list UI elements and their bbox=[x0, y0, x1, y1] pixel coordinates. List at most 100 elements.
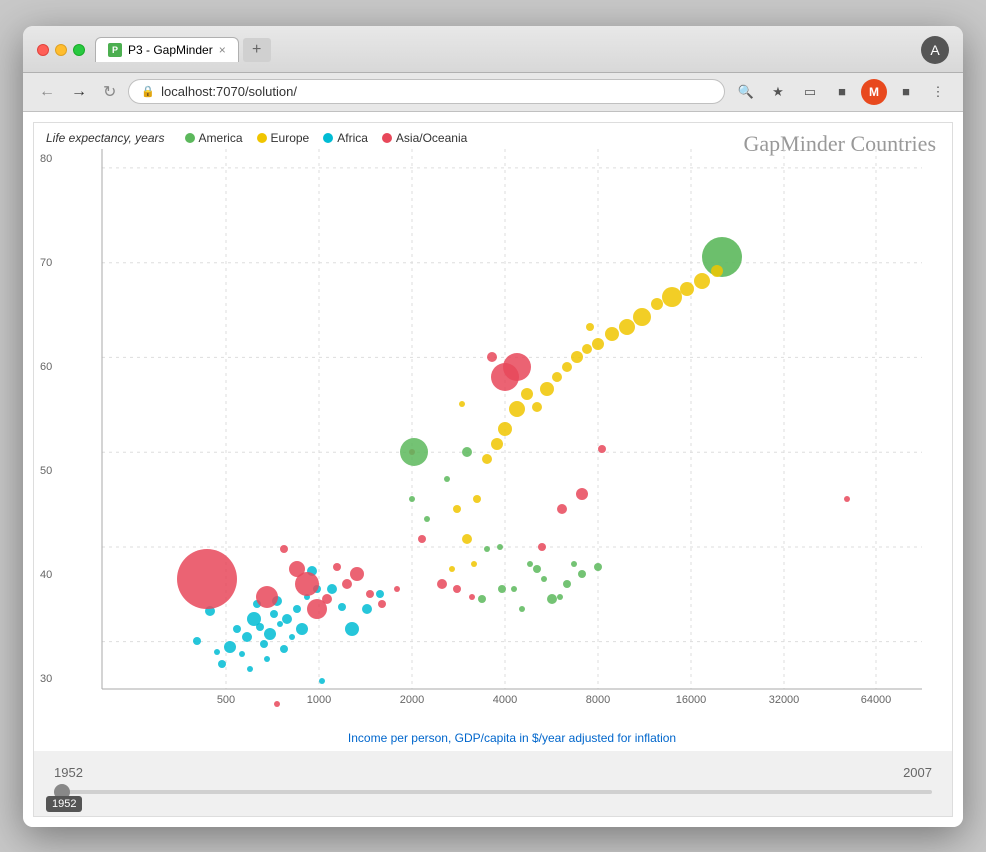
close-button[interactable] bbox=[37, 44, 49, 56]
bubble[interactable] bbox=[598, 445, 606, 453]
new-tab-button[interactable]: + bbox=[243, 38, 271, 62]
bubble[interactable] bbox=[594, 563, 602, 571]
bubble[interactable] bbox=[342, 579, 352, 589]
bubble[interactable] bbox=[280, 645, 288, 653]
bubble[interactable] bbox=[571, 561, 577, 567]
minimize-button[interactable] bbox=[55, 44, 67, 56]
extension-icon[interactable]: ■ bbox=[829, 79, 855, 105]
bubble[interactable] bbox=[582, 344, 592, 354]
bubble[interactable] bbox=[592, 338, 604, 350]
tab-close-button[interactable]: × bbox=[219, 43, 226, 57]
bubble[interactable] bbox=[247, 666, 253, 672]
bubble[interactable] bbox=[552, 372, 562, 382]
profile-menu-icon[interactable]: M bbox=[861, 79, 887, 105]
bubble[interactable] bbox=[295, 572, 319, 596]
bubble[interactable] bbox=[418, 535, 426, 543]
bubble[interactable] bbox=[239, 651, 245, 657]
bubble[interactable] bbox=[293, 605, 301, 613]
bubble[interactable] bbox=[473, 495, 481, 503]
extension2-icon[interactable]: ■ bbox=[893, 79, 919, 105]
bubble[interactable] bbox=[378, 600, 386, 608]
bubble[interactable] bbox=[503, 353, 531, 381]
back-button[interactable]: ← bbox=[35, 81, 59, 103]
search-icon[interactable]: 🔍 bbox=[733, 79, 759, 105]
bubble[interactable] bbox=[193, 637, 201, 645]
bubble[interactable] bbox=[563, 580, 571, 588]
bubble[interactable] bbox=[498, 585, 506, 593]
bubble[interactable] bbox=[270, 610, 278, 618]
bubble[interactable] bbox=[376, 590, 384, 598]
bubble[interactable] bbox=[322, 594, 332, 604]
bubble[interactable] bbox=[462, 447, 472, 457]
bubble[interactable] bbox=[459, 401, 465, 407]
url-bar[interactable]: 🔒 localhost:7070/solution/ bbox=[128, 79, 725, 104]
timeline-track[interactable]: 1952 bbox=[54, 790, 932, 794]
maximize-button[interactable] bbox=[73, 44, 85, 56]
bubble[interactable] bbox=[484, 546, 490, 552]
bubble[interactable] bbox=[662, 287, 682, 307]
bubble[interactable] bbox=[469, 594, 475, 600]
cast-icon[interactable]: ▭ bbox=[797, 79, 823, 105]
bubble[interactable] bbox=[521, 388, 533, 400]
bubble[interactable] bbox=[462, 534, 472, 544]
timeline-thumb[interactable]: 1952 bbox=[54, 784, 70, 800]
bubble[interactable] bbox=[557, 594, 563, 600]
bubble[interactable] bbox=[487, 352, 497, 362]
bubble[interactable] bbox=[651, 298, 663, 310]
bubble[interactable] bbox=[394, 586, 400, 592]
bubble[interactable] bbox=[350, 567, 364, 581]
bubble[interactable] bbox=[571, 351, 583, 363]
bubble[interactable] bbox=[541, 576, 547, 582]
bubble[interactable] bbox=[619, 319, 635, 335]
bubble[interactable] bbox=[562, 362, 572, 372]
bubble[interactable] bbox=[327, 584, 337, 594]
bubble[interactable] bbox=[319, 678, 325, 684]
bubble[interactable] bbox=[345, 622, 359, 636]
bubble[interactable] bbox=[527, 561, 533, 567]
bubble[interactable] bbox=[242, 632, 252, 642]
bubble[interactable] bbox=[282, 614, 292, 624]
bubble[interactable] bbox=[366, 590, 374, 598]
profile-icon[interactable]: A bbox=[921, 36, 949, 64]
bubble[interactable] bbox=[338, 603, 346, 611]
bubble[interactable] bbox=[437, 579, 447, 589]
bubble[interactable] bbox=[362, 604, 372, 614]
bubble[interactable] bbox=[264, 628, 276, 640]
bubble[interactable] bbox=[538, 543, 546, 551]
bubble[interactable] bbox=[491, 438, 503, 450]
bubble[interactable] bbox=[497, 544, 503, 550]
bubble[interactable] bbox=[694, 273, 710, 289]
bubble[interactable] bbox=[482, 454, 492, 464]
bubble-large-asia[interactable] bbox=[177, 549, 237, 609]
bubble[interactable] bbox=[478, 595, 486, 603]
bubble[interactable] bbox=[214, 649, 220, 655]
bubble[interactable] bbox=[218, 660, 226, 668]
bubble[interactable] bbox=[424, 516, 430, 522]
bubble[interactable] bbox=[296, 623, 308, 635]
bookmark-icon[interactable]: ★ bbox=[765, 79, 791, 105]
bubble[interactable] bbox=[453, 585, 461, 593]
bubble[interactable] bbox=[605, 327, 619, 341]
bubble-america-medium[interactable] bbox=[400, 438, 428, 466]
bubble[interactable] bbox=[633, 308, 651, 326]
bubble[interactable] bbox=[277, 621, 283, 627]
bubble[interactable] bbox=[256, 586, 278, 608]
bubble[interactable] bbox=[280, 545, 288, 553]
active-tab[interactable]: P P3 - GapMinder × bbox=[95, 37, 239, 62]
bubble[interactable] bbox=[844, 496, 850, 502]
bubble[interactable] bbox=[256, 623, 264, 631]
bubble[interactable] bbox=[547, 594, 557, 604]
bubble[interactable] bbox=[511, 586, 517, 592]
bubble[interactable] bbox=[471, 561, 477, 567]
forward-button[interactable]: → bbox=[67, 81, 91, 103]
bubble[interactable] bbox=[680, 282, 694, 296]
bubble[interactable] bbox=[586, 323, 594, 331]
bubble[interactable] bbox=[449, 566, 455, 572]
bubble[interactable] bbox=[519, 606, 525, 612]
bubble[interactable] bbox=[533, 565, 541, 573]
bubble[interactable] bbox=[260, 640, 268, 648]
bubble[interactable] bbox=[333, 563, 341, 571]
bubble[interactable] bbox=[233, 625, 241, 633]
bubble[interactable] bbox=[264, 656, 270, 662]
bubble[interactable] bbox=[578, 570, 586, 578]
